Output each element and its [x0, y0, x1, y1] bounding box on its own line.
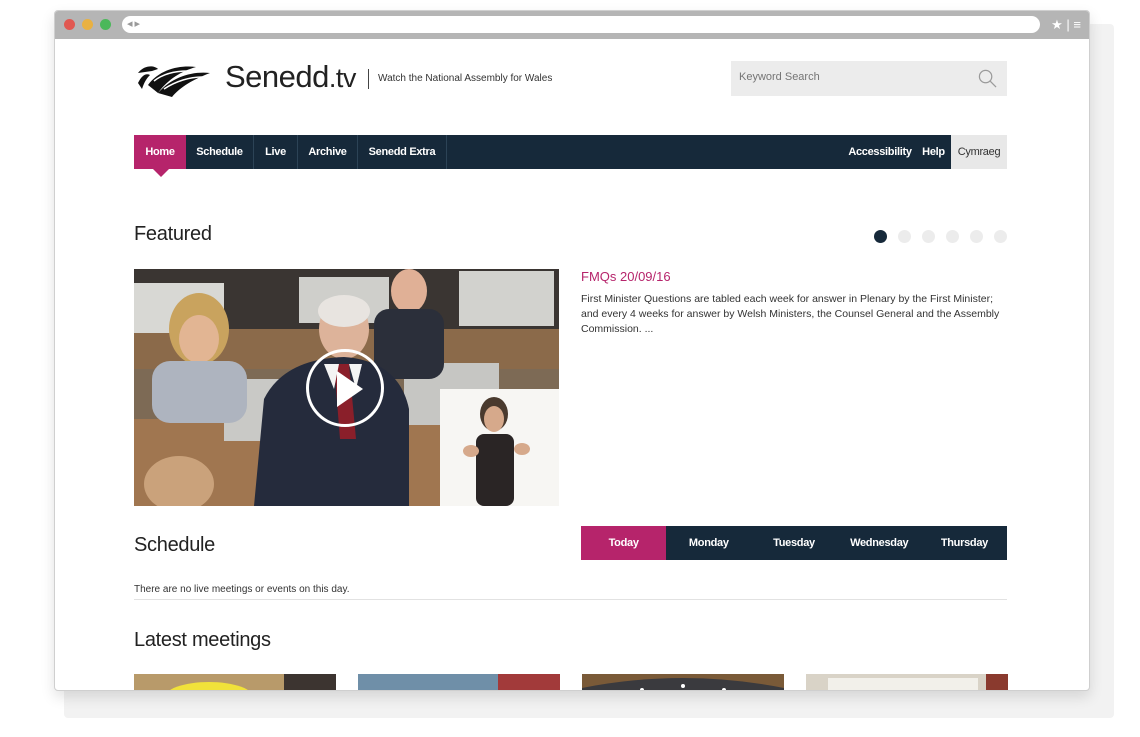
play-icon[interactable] — [306, 349, 384, 427]
nav-item-accessibility[interactable]: Accessibility — [846, 135, 914, 169]
carousel-pagination — [874, 230, 1007, 243]
minimize-window-button[interactable] — [82, 19, 93, 30]
schedule-heading: Schedule — [134, 534, 215, 556]
schedule-empty-message: There are no live meetings or events on … — [134, 584, 350, 595]
meeting-thumbnail[interactable] — [358, 674, 560, 690]
tagline-divider — [368, 69, 369, 89]
language-toggle[interactable]: Cymraeg — [951, 135, 1007, 169]
tab-thursday[interactable]: Thursday — [922, 526, 1007, 560]
tab-monday[interactable]: Monday — [666, 526, 751, 560]
site-brand[interactable]: Senedd.tv — [225, 59, 356, 95]
divider — [134, 599, 1007, 600]
meeting-thumbnail[interactable] — [582, 674, 784, 690]
featured-item-title[interactable]: FMQs 20/09/16 — [581, 269, 671, 284]
active-nav-indicator — [153, 169, 169, 177]
brand-main: Senedd — [225, 59, 329, 94]
nav-item-senedd-extra[interactable]: Senedd Extra — [358, 135, 447, 169]
search-input[interactable] — [739, 71, 959, 83]
bookmark-menu-icon[interactable]: ★ | ≡ — [1051, 16, 1081, 33]
search-icon[interactable] — [978, 69, 997, 88]
tab-tuesday[interactable]: Tuesday — [751, 526, 836, 560]
nav-item-help[interactable]: Help — [916, 135, 951, 169]
carousel-dot[interactable] — [994, 230, 1007, 243]
carousel-dot[interactable] — [970, 230, 983, 243]
back-forward-icon[interactable]: ◂▸ — [127, 16, 142, 33]
tab-wednesday[interactable]: Wednesday — [837, 526, 922, 560]
tab-today[interactable]: Today — [581, 526, 667, 560]
nav-item-schedule[interactable]: Schedule — [186, 135, 254, 169]
browser-chrome: ◂▸ ★ | ≡ — [55, 11, 1089, 39]
schedule-day-tabs: Today Monday Tuesday Wednesday Thursday — [581, 526, 1007, 560]
featured-video[interactable] — [134, 269, 559, 506]
senedd-logo-icon[interactable] — [134, 59, 212, 99]
maximize-window-button[interactable] — [100, 19, 111, 30]
nav-item-archive[interactable]: Archive — [298, 135, 358, 169]
carousel-dot[interactable] — [898, 230, 911, 243]
carousel-dot[interactable] — [946, 230, 959, 243]
featured-heading: Featured — [134, 223, 212, 245]
nav-item-home[interactable]: Home — [134, 135, 186, 169]
site-tagline: Watch the National Assembly for Wales — [378, 73, 553, 84]
browser-window: ◂▸ ★ | ≡ Senedd.tv Watch the National As… — [54, 10, 1090, 691]
latest-meetings-heading: Latest meetings — [134, 629, 271, 651]
brand-tv: .tv — [328, 63, 357, 93]
meeting-thumbnail[interactable] — [806, 674, 1008, 690]
close-window-button[interactable] — [64, 19, 75, 30]
meeting-thumbnail[interactable] — [134, 674, 336, 690]
search-box — [731, 61, 1007, 96]
nav-item-live[interactable]: Live — [254, 135, 298, 169]
carousel-dot[interactable] — [922, 230, 935, 243]
main-nav: Home Schedule Live Archive Senedd Extra … — [134, 135, 1007, 169]
carousel-dot[interactable] — [874, 230, 887, 243]
address-bar[interactable] — [122, 16, 1040, 33]
featured-item-description: First Minister Questions are tabled each… — [581, 293, 1000, 335]
